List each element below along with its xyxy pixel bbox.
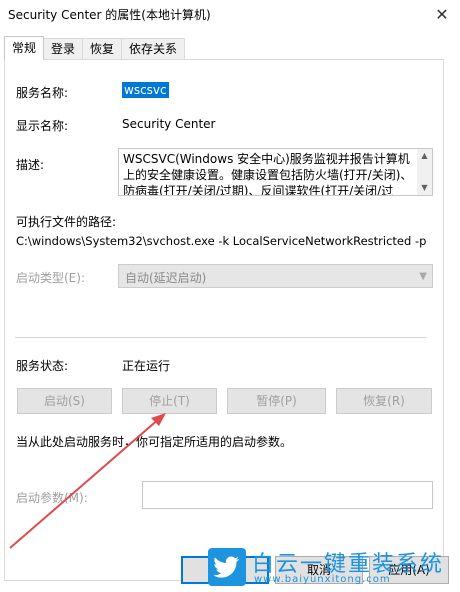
resume-button[interactable]: 恢复(R) (336, 388, 432, 414)
service-status-value: 正在运行 (122, 359, 171, 373)
scroll-up-icon[interactable]: ▲ (417, 149, 432, 163)
executable-path-value: C:\windows\System32\svchost.exe -k Local… (16, 234, 427, 248)
description-text: WSCSVC(Windows 安全中心)服务监视并报告计算机上的安全健康设置。健… (123, 152, 413, 196)
watermark-url: www.baiyunxitong.com (254, 574, 391, 585)
chevron-down-icon: ▼ (419, 271, 427, 282)
tab-recovery[interactable]: 恢复 (82, 38, 123, 60)
watermark: 白云一键重装系统 www.baiyunxitong.com (208, 546, 456, 588)
executable-path-label: 可执行文件的路径: (16, 215, 117, 229)
pause-button[interactable]: 暂停(P) (227, 388, 326, 414)
startup-params-label: 启动参数(M): (16, 491, 88, 505)
display-name-value: Security Center (122, 117, 216, 131)
startup-type-value: 自动(延迟启动) (125, 271, 207, 285)
tab-strip: 常规 登录 恢复 依存关系 (4, 36, 186, 60)
description-scrollbar[interactable]: ▲ ▼ (417, 149, 432, 195)
window-title: Security Center 的属性(本地计算机) (8, 8, 211, 22)
start-button[interactable]: 启动(S) (17, 388, 112, 414)
stop-button[interactable]: 停止(T) (122, 388, 217, 414)
tab-general[interactable]: 常规 (4, 36, 45, 60)
description-textbox[interactable]: WSCSVC(Windows 安全中心)服务监视并报告计算机上的安全健康设置。健… (118, 148, 433, 196)
scroll-down-icon[interactable]: ▼ (417, 181, 432, 195)
tab-logon[interactable]: 登录 (43, 38, 84, 60)
bird-logo-icon (208, 548, 246, 586)
description-label: 描述: (16, 158, 45, 172)
display-name-label: 显示名称: (16, 119, 69, 133)
tab-dependencies[interactable]: 依存关系 (121, 38, 186, 60)
divider (15, 337, 427, 338)
service-status-label: 服务状态: (16, 359, 69, 373)
startup-type-select[interactable]: 自动(延迟启动) ▼ (118, 264, 433, 288)
service-name-value[interactable]: wscsvc (122, 82, 169, 98)
startup-params-hint: 当从此处启动服务时，你可指定所适用的启动参数。 (16, 435, 293, 449)
title-bar: Security Center 的属性(本地计算机) ✕ (0, 0, 460, 28)
startup-type-label: 启动类型(E): (16, 271, 85, 285)
startup-params-input[interactable] (142, 481, 433, 509)
service-name-label: 服务名称: (16, 86, 69, 100)
close-icon[interactable]: ✕ (424, 0, 460, 28)
